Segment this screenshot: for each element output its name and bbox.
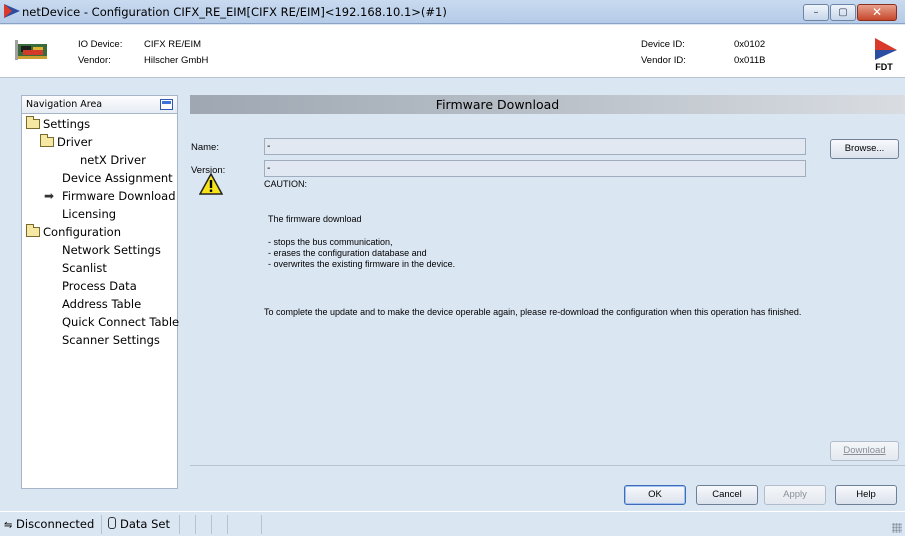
navigation-title: Navigation Area <box>26 99 103 110</box>
download-button[interactable]: Download <box>830 441 899 461</box>
arrow-right-icon: ➡ <box>44 189 55 203</box>
vendor-value: Hilscher GmbH <box>144 55 209 66</box>
io-device-label: IO Device: <box>78 39 123 50</box>
tree-item-licensing[interactable]: Licensing <box>62 206 116 222</box>
device-id-label: Device ID: <box>641 39 685 50</box>
navigation-pane: Navigation Area Settings Driver netX Dri… <box>21 95 179 489</box>
maximize-button[interactable]: ▢ <box>830 4 856 21</box>
status-cell-empty <box>180 515 196 534</box>
pin-pane-icon[interactable] <box>160 99 173 110</box>
device-card-icon <box>15 40 47 60</box>
apply-button[interactable]: Apply <box>764 485 826 505</box>
tree-item-scanner-settings[interactable]: Scanner Settings <box>62 332 160 348</box>
tree-item-label: Scanner Settings <box>62 333 160 347</box>
version-field: - <box>264 160 806 177</box>
tree-item-scanlist[interactable]: Scanlist <box>62 260 107 276</box>
fdt-logo-text: FDT <box>875 62 893 72</box>
tree-item-label: Firmware Download <box>62 189 176 203</box>
connection-status: ⇋ Disconnected <box>2 515 102 534</box>
status-cell-empty <box>212 515 228 534</box>
warning-icon <box>199 173 223 195</box>
download-button-label: Download <box>843 445 886 456</box>
firmware-download-panel: Firmware Download Name: - Version: - Bro… <box>190 95 905 489</box>
tree-item-driver[interactable]: Driver <box>40 134 92 150</box>
resize-grip-icon[interactable] <box>892 523 902 533</box>
tree-item-label: Licensing <box>62 207 117 221</box>
dataset-status: Data Set <box>104 515 180 534</box>
minimize-icon: – <box>813 7 819 18</box>
tree-item-settings[interactable]: Settings <box>26 116 90 132</box>
client-area: Navigation Area Settings Driver netX Dri… <box>0 79 905 512</box>
folder-icon <box>26 224 40 237</box>
tree-item-address-table[interactable]: Address Table <box>62 296 141 312</box>
database-icon <box>108 517 116 529</box>
caution-intro: The firmware download <box>268 214 362 224</box>
tree-item-label: Quick Connect Table <box>62 315 180 329</box>
caution-item: - overwrites the existing firmware in th… <box>268 259 456 269</box>
help-button[interactable]: Help <box>835 485 897 505</box>
tree-item-label: Driver <box>57 135 93 149</box>
status-cell-empty <box>196 515 212 534</box>
tree-item-network-settings[interactable]: Network Settings <box>62 242 161 258</box>
vendor-id-label: Vendor ID: <box>641 55 686 66</box>
fdt-logo: FDT <box>867 38 901 72</box>
tree-item-quick-connect-table[interactable]: Quick Connect Table <box>62 314 179 330</box>
tree-item-configuration[interactable]: Configuration <box>26 224 121 240</box>
cancel-button[interactable]: Cancel <box>696 485 758 505</box>
tree-item-label: Device Assignment <box>62 171 173 185</box>
tree-item-label: netX Driver <box>80 153 146 167</box>
caution-item: - erases the configuration database and <box>268 248 427 258</box>
caution-title: CAUTION: <box>264 179 308 189</box>
tree-item-netx-driver[interactable]: netX Driver <box>80 152 146 168</box>
dataset-status-label: Data Set <box>120 517 170 531</box>
browse-button[interactable]: Browse... <box>830 139 899 159</box>
close-icon: ✕ <box>871 5 883 19</box>
tree-item-firmware-download[interactable]: ➡ Firmware Download <box>44 188 176 204</box>
window-title: netDevice - Configuration CIFX_RE_EIM[CI… <box>22 5 447 19</box>
tree-item-label: Address Table <box>62 297 142 311</box>
caution-item: - stops the bus communication, <box>268 237 393 247</box>
connection-status-label: Disconnected <box>16 517 95 531</box>
plug-icon: ⇋ <box>4 520 13 531</box>
app-icon <box>4 4 20 18</box>
close-button[interactable]: ✕ <box>857 4 897 21</box>
tree-item-label: Settings <box>43 117 91 131</box>
status-cell-empty <box>228 515 262 534</box>
status-bar: ⇋ Disconnected Data Set <box>0 511 905 536</box>
tree-item-device-assignment[interactable]: Device Assignment <box>62 170 173 186</box>
maximize-icon: ▢ <box>838 7 848 18</box>
io-device-value: CIFX RE/EIM <box>144 39 202 50</box>
panel-title: Firmware Download <box>435 97 560 112</box>
name-label: Name: <box>191 142 219 153</box>
navigation-header: Navigation Area <box>22 96 177 114</box>
title-bar: netDevice - Configuration CIFX_RE_EIM[CI… <box>0 0 905 24</box>
tree-item-label: Process Data <box>62 279 137 293</box>
tree-item-process-data[interactable]: Process Data <box>62 278 137 294</box>
tree-item-label: Configuration <box>43 225 121 239</box>
divider <box>190 465 905 466</box>
folder-icon <box>40 134 54 147</box>
vendor-label: Vendor: <box>78 55 111 66</box>
tree-item-label: Network Settings <box>62 243 161 257</box>
name-field: - <box>264 138 806 155</box>
minimize-button[interactable]: – <box>803 4 829 21</box>
ok-button[interactable]: OK <box>624 485 686 505</box>
caution-note: To complete the update and to make the d… <box>264 307 802 317</box>
device-header: IO Device: CIFX RE/EIM Vendor: Hilscher … <box>0 25 905 78</box>
folder-icon <box>26 116 40 129</box>
vendor-id-value: 0x011B <box>734 55 766 66</box>
device-id-value: 0x0102 <box>734 39 766 50</box>
tree-item-label: Scanlist <box>62 261 107 275</box>
panel-header: Firmware Download <box>190 95 905 114</box>
